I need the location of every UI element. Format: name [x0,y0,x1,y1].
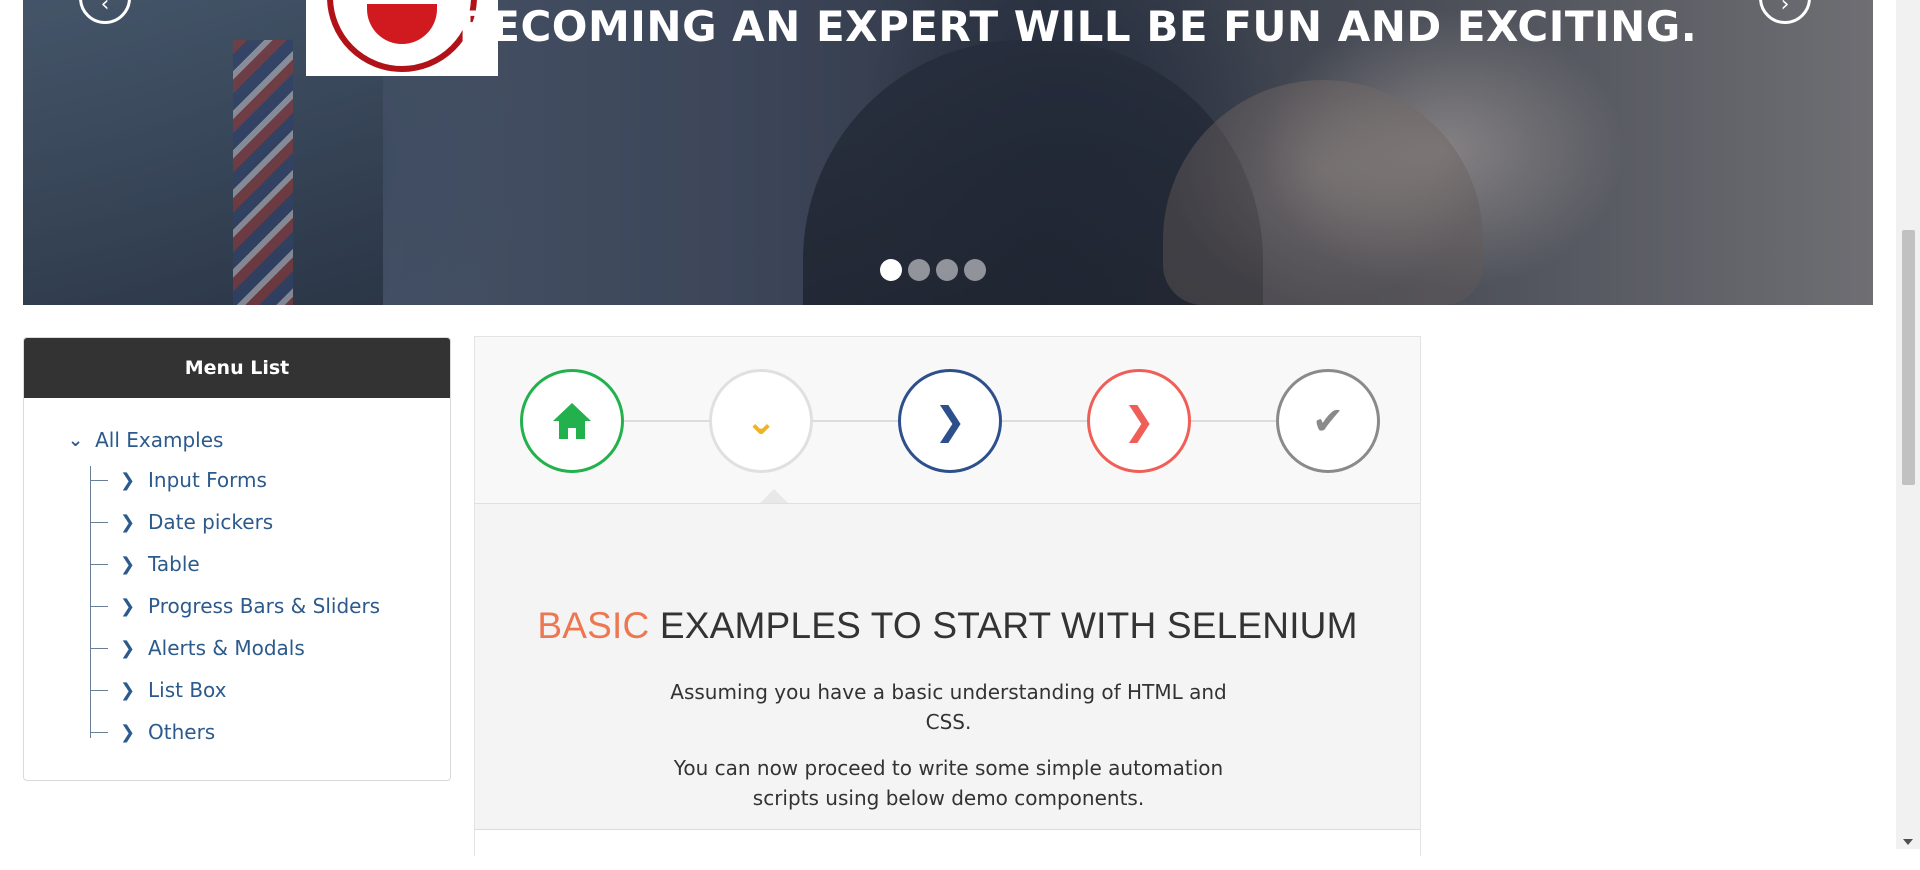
title-accent: BASIC [537,605,650,646]
intro-paragraph-1: Assuming you have a basic understanding … [670,680,1227,734]
carousel-dot-1[interactable] [880,259,902,281]
scrollbar-thumb[interactable] [1902,230,1915,485]
step-pointer [760,489,788,503]
chevron-right-icon: ❯ [1123,399,1155,443]
tree-item-label: All Examples [95,428,224,452]
chevron-right-icon: ❯ [120,637,136,659]
carousel-dot-4[interactable] [964,259,986,281]
tree-item-list-box[interactable]: ❯ List Box [90,678,227,702]
tree-item-label: Alerts & Modals [148,636,305,660]
chevron-right-icon: ❯ [120,469,136,491]
page-scrollbar[interactable] [1896,0,1920,849]
step-four[interactable]: ❯ [1087,369,1191,473]
menu-list-title: Menu List [24,338,450,398]
home-icon [553,403,591,439]
tree-item-label: Input Forms [148,468,267,492]
step-two[interactable]: ⌄ [709,369,813,473]
chevron-right-icon: ❯ [120,679,136,701]
basic-examples-panel: ⌄ ❯ ❯ ✔ BASIC EXAMPLES TO START WITH SEL… [474,336,1421,870]
menu-list-panel: Menu List ⌄ All Examples ❯ Input Forms ❯… [23,337,451,781]
chevron-down-icon: ⌄ [745,399,777,443]
tree-item-label: Progress Bars & Sliders [148,594,381,618]
tree-item-input-forms[interactable]: ❯ Input Forms [90,468,267,492]
chevron-right-icon: ❯ [120,595,136,617]
tree-item-label: List Box [148,678,227,702]
section-title: BASIC EXAMPLES TO START WITH SELENIUM [475,605,1420,647]
chevron-right-icon: ❯ [934,399,966,443]
tree-item-label: Others [148,720,216,744]
scroll-down-arrow-icon[interactable] [1903,839,1913,845]
step-three[interactable]: ❯ [898,369,1002,473]
intro-paragraph-2: You can now proceed to write some simple… [673,756,1224,810]
tree-item-label: Date pickers [148,510,274,534]
step-home[interactable] [520,369,624,473]
chevron-left-icon: ‹ [100,0,110,17]
step-finish[interactable]: ✔ [1276,369,1380,473]
carousel-dot-3[interactable] [936,259,958,281]
chevron-down-icon: ⌄ [68,429,84,451]
carousel-indicators [23,259,1873,281]
tree-item-alerts-modals[interactable]: ❯ Alerts & Modals [90,636,305,660]
tree-item-table[interactable]: ❯ Table [90,552,200,576]
tree-item-all-examples[interactable]: ⌄ All Examples [68,428,223,452]
step-progress-bar: ⌄ ❯ ❯ ✔ [475,337,1420,504]
chevron-right-icon: ❯ [120,553,136,575]
tree-item-label: Table [148,552,200,576]
hero-title: BECOMING AN EXPERT WILL BE FUN AND EXCIT… [458,2,1698,51]
hero-carousel: BECOMING AN EXPERT WILL BE FUN AND EXCIT… [23,0,1873,305]
tree-item-others[interactable]: ❯ Others [90,720,215,744]
chevron-right-icon: ❯ [120,511,136,533]
chevron-right-icon: ❯ [120,721,136,743]
check-icon: ✔ [1312,399,1344,443]
tree-item-date-pickers[interactable]: ❯ Date pickers [90,510,273,534]
tree-item-progress-bars-sliders[interactable]: ❯ Progress Bars & Sliders [90,594,380,618]
demo-components-card [475,829,1420,870]
carousel-dot-2[interactable] [908,259,930,281]
chevron-right-icon: › [1780,0,1790,17]
title-rest: EXAMPLES TO START WITH SELENIUM [649,605,1358,646]
